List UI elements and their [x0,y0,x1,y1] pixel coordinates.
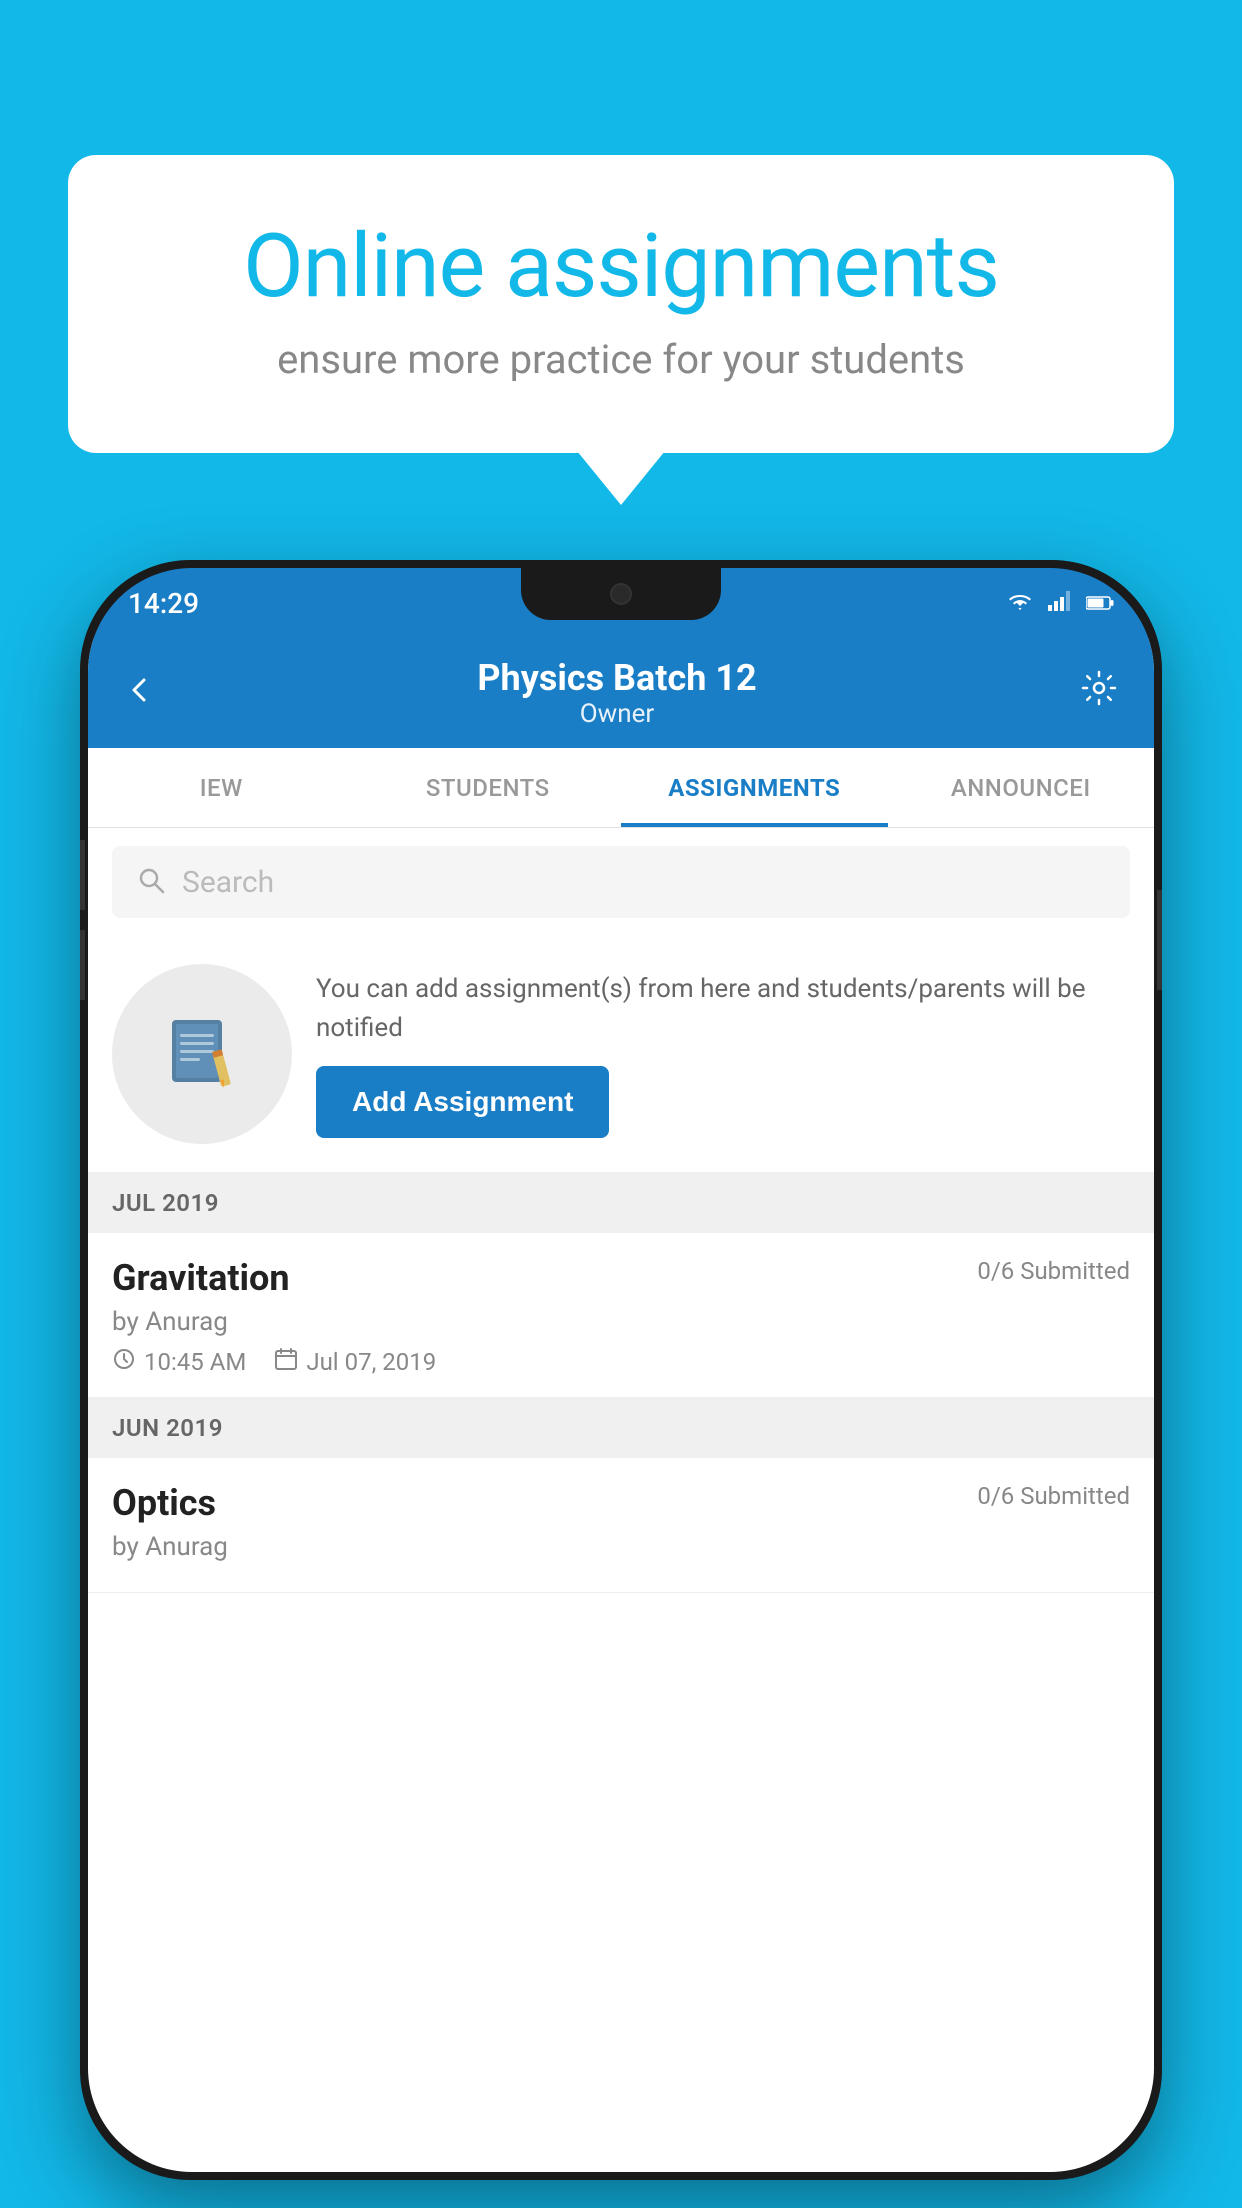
add-assignment-button[interactable]: Add Assignment [316,1066,609,1138]
meta-time: 10:45 AM [112,1347,246,1377]
search-bar[interactable]: Search [112,846,1130,918]
promo-section: You can add assignment(s) from here and … [88,936,1154,1173]
promo-content: You can add assignment(s) from here and … [316,970,1130,1138]
clock-icon [112,1347,136,1377]
volume-up-button[interactable] [80,840,85,910]
meta-date-text: Jul 07, 2019 [306,1348,436,1376]
back-button[interactable] [124,671,154,715]
section-header-jul: JUL 2019 [88,1173,1154,1233]
assignment-author: by Anurag [112,1307,1130,1337]
assignment-submitted-optics: 0/6 Submitted [977,1482,1130,1510]
phone-inner: 14:29 [88,568,1154,2172]
assignment-meta: 10:45 AM Jul 07, 2019 [112,1347,1130,1377]
status-icons [1006,589,1114,617]
meta-time-text: 10:45 AM [144,1348,246,1376]
settings-icon[interactable] [1080,669,1118,717]
section-header-jun: JUN 2019 [88,1398,1154,1458]
tab-assignments[interactable]: ASSIGNMENTS [621,748,888,827]
assignment-row1-optics: Optics 0/6 Submitted [112,1482,1130,1524]
speech-bubble: Online assignments ensure more practice … [68,155,1174,453]
battery-icon [1086,589,1114,617]
app-screen: Physics Batch 12 Owner IEW STUDENTS [88,638,1154,2172]
assignment-submitted: 0/6 Submitted [977,1257,1130,1285]
header-subtitle: Owner [477,699,756,729]
speech-bubble-container: Online assignments ensure more practice … [68,155,1174,453]
power-button[interactable] [1157,890,1162,990]
header-title: Physics Batch 12 [477,657,756,699]
calendar-icon [274,1347,298,1377]
signal-icon [1048,589,1072,617]
tab-announcements[interactable]: ANNOUNCEI [888,748,1155,827]
tab-students[interactable]: STUDENTS [355,748,622,827]
camera-dot [610,583,632,605]
speech-bubble-subtitle: ensure more practice for your students [148,336,1094,383]
phone-frame: 14:29 [80,560,1162,2180]
speech-bubble-title: Online assignments [148,215,1094,318]
wifi-icon [1006,589,1034,617]
meta-date: Jul 07, 2019 [274,1347,436,1377]
assignment-title: Gravitation [112,1257,290,1299]
promo-icon-circle [112,964,292,1144]
status-time: 14:29 [128,587,199,620]
assignment-title-optics: Optics [112,1482,216,1524]
assignment-author-optics: by Anurag [112,1532,1130,1562]
assignment-item-optics[interactable]: Optics 0/6 Submitted by Anurag [88,1458,1154,1593]
notebook-icon [162,1012,242,1096]
header-title-area: Physics Batch 12 Owner [477,657,756,729]
volume-down-button[interactable] [80,930,85,1000]
search-icon [136,865,166,899]
assignment-row1: Gravitation 0/6 Submitted [112,1257,1130,1299]
app-header: Physics Batch 12 Owner [88,638,1154,748]
promo-description: You can add assignment(s) from here and … [316,970,1130,1048]
status-bar: 14:29 [88,568,1154,638]
search-input-placeholder: Search [182,865,274,900]
notch [521,568,721,620]
tab-iew[interactable]: IEW [88,748,355,827]
tab-bar: IEW STUDENTS ASSIGNMENTS ANNOUNCEI [88,748,1154,828]
search-container: Search [88,828,1154,936]
assignment-item-gravitation[interactable]: Gravitation 0/6 Submitted by Anurag 10:4… [88,1233,1154,1398]
